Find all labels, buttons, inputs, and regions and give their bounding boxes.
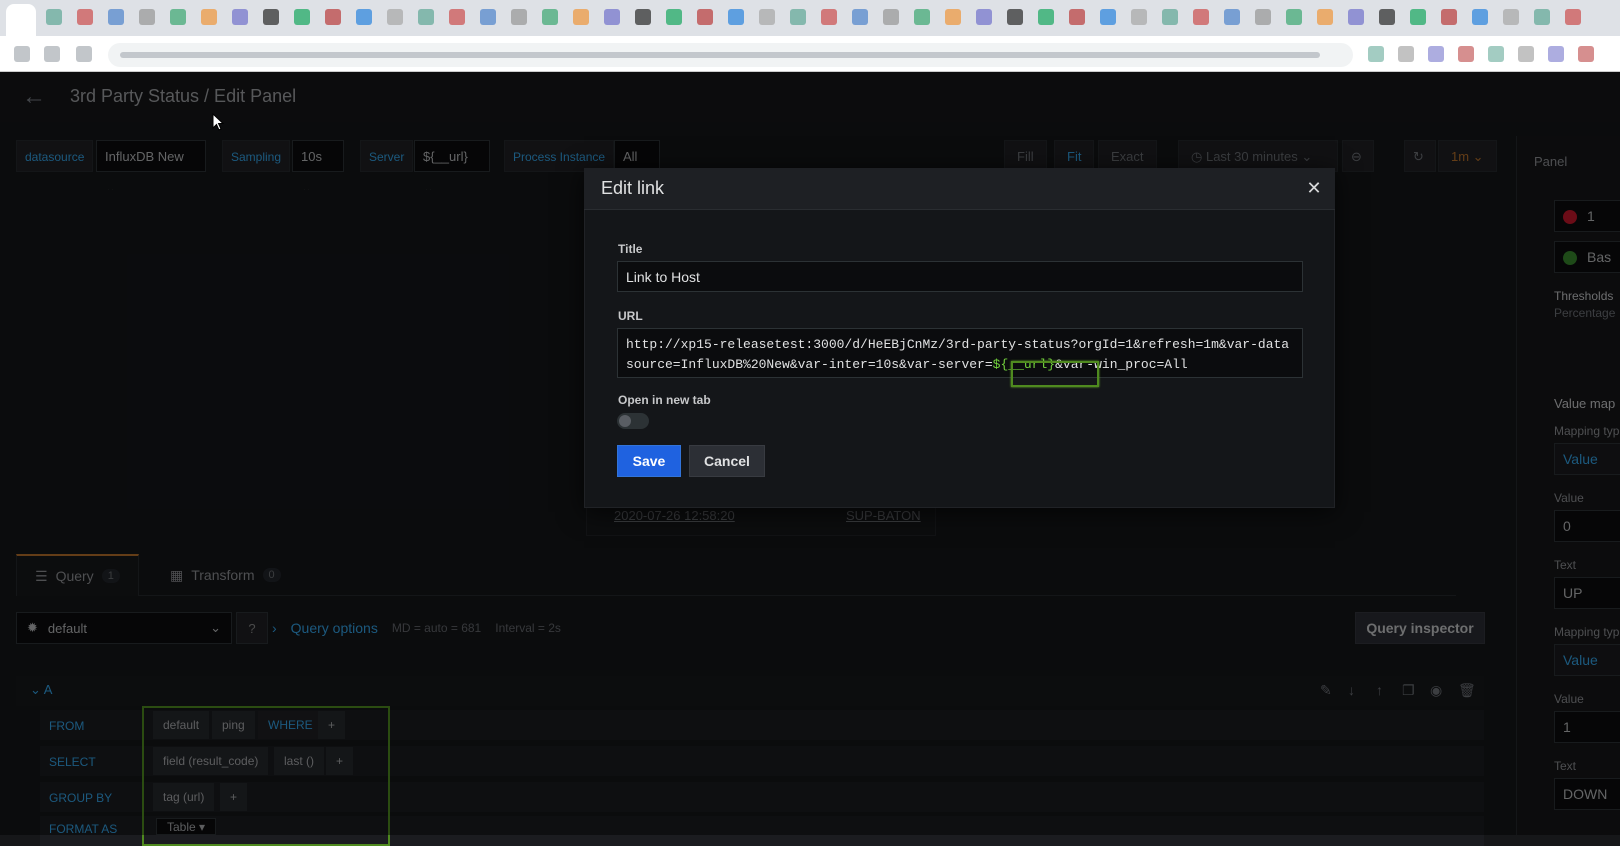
back-nav-icon[interactable] (14, 46, 30, 62)
browser-tab-favicon-icon[interactable] (697, 9, 713, 25)
browser-tab-favicon-icon[interactable] (325, 9, 341, 25)
browser-tab-favicon-icon[interactable] (356, 9, 372, 25)
title-label: Title (618, 242, 643, 256)
browser-tab-favicon-icon[interactable] (883, 9, 899, 25)
extension-icon[interactable] (1368, 46, 1384, 62)
browser-tab-favicon-icon[interactable] (1162, 9, 1178, 25)
browser-tab-favicon-icon[interactable] (1441, 9, 1457, 25)
browser-tab-favicon-icon[interactable] (1348, 9, 1364, 25)
browser-tab-favicon-icon[interactable] (1255, 9, 1271, 25)
browser-tab-favicon-icon[interactable] (418, 9, 434, 25)
browser-tab-favicon-icon[interactable] (1131, 9, 1147, 25)
modal-header (584, 168, 1335, 210)
address-bar[interactable] (108, 43, 1353, 67)
extension-icon[interactable] (1488, 46, 1504, 62)
browser-tab-favicon-icon[interactable] (139, 9, 155, 25)
browser-tab-favicon-icon[interactable] (387, 9, 403, 25)
browser-tab-favicon-icon[interactable] (821, 9, 837, 25)
url-variable-highlight (1011, 361, 1099, 387)
browser-tab-favicon-icon[interactable] (1286, 9, 1302, 25)
modal-title: Edit link (601, 178, 665, 198)
browser-tab-favicon-icon[interactable] (1007, 9, 1023, 25)
reload-icon[interactable] (76, 46, 92, 62)
browser-tab-favicon-icon[interactable] (108, 9, 124, 25)
browser-tab-favicon-icon[interactable] (914, 9, 930, 25)
browser-tab-favicon-icon[interactable] (573, 9, 589, 25)
browser-tab-favicon-icon[interactable] (1565, 9, 1581, 25)
forward-nav-icon[interactable] (44, 46, 60, 62)
browser-tab-favicon-icon[interactable] (1038, 9, 1054, 25)
browser-tab-favicon-icon[interactable] (294, 9, 310, 25)
browser-tab-favicon-icon[interactable] (263, 9, 279, 25)
browser-tab-favicon-icon[interactable] (1224, 9, 1240, 25)
browser-tab-favicon-icon[interactable] (945, 9, 961, 25)
browser-tab-favicon-icon[interactable] (1100, 9, 1116, 25)
browser-tab-favicon-icon[interactable] (1379, 9, 1395, 25)
browser-tab-favicon-icon[interactable] (666, 9, 682, 25)
browser-tab-favicon-icon[interactable] (1534, 9, 1550, 25)
extension-icon[interactable] (1548, 46, 1564, 62)
extension-icon[interactable] (1398, 46, 1414, 62)
browser-tab-favicon-icon[interactable] (77, 9, 93, 25)
extension-icon[interactable] (1578, 46, 1594, 62)
browser-tab-favicon-icon[interactable] (232, 9, 248, 25)
browser-tab-favicon-icon[interactable] (976, 9, 992, 25)
browser-tab-favicon-icon[interactable] (511, 9, 527, 25)
browser-active-tab[interactable] (6, 4, 36, 36)
extension-icon[interactable] (1458, 46, 1474, 62)
browser-tab-favicon-icon[interactable] (1317, 9, 1333, 25)
browser-toolbar (0, 36, 1620, 72)
browser-tab-favicon-icon[interactable] (542, 9, 558, 25)
browser-tab-favicon-icon[interactable] (449, 9, 465, 25)
extension-icon[interactable] (1518, 46, 1534, 62)
browser-tab-favicon-icon[interactable] (759, 9, 775, 25)
browser-tab-favicon-icon[interactable] (852, 9, 868, 25)
mouse-cursor-icon (212, 113, 224, 131)
url-input[interactable]: http://xp15-releasetest:3000/d/HeEBjCnMz… (617, 328, 1303, 378)
browser-tab-favicon-icon[interactable] (46, 9, 62, 25)
browser-tab-favicon-icon[interactable] (1503, 9, 1519, 25)
browser-tab-favicon-icon[interactable] (790, 9, 806, 25)
extension-icon[interactable] (1428, 46, 1444, 62)
title-input[interactable] (617, 261, 1303, 292)
browser-tab-favicon-icon[interactable] (480, 9, 496, 25)
browser-tab-favicon-icon[interactable] (1410, 9, 1426, 25)
url-label: URL (618, 309, 643, 323)
browser-tabstrip (0, 0, 1620, 36)
browser-tab-favicon-icon[interactable] (604, 9, 620, 25)
toggle-knob (619, 415, 631, 427)
browser-tab-favicon-icon[interactable] (1069, 9, 1085, 25)
save-button[interactable]: Save (617, 445, 681, 477)
browser-tab-favicon-icon[interactable] (1193, 9, 1209, 25)
browser-tab-favicon-icon[interactable] (201, 9, 217, 25)
browser-tab-favicon-icon[interactable] (635, 9, 651, 25)
url-text-part1: http://xp15-releasetest:3000/d/HeEBjCnMz… (626, 337, 1290, 372)
browser-tab-favicon-icon[interactable] (728, 9, 744, 25)
close-icon[interactable]: ✕ (1302, 176, 1326, 200)
browser-tab-favicon-icon[interactable] (1472, 9, 1488, 25)
browser-tab-favicon-icon[interactable] (170, 9, 186, 25)
new-tab-label: Open in new tab (618, 393, 711, 407)
cancel-button[interactable]: Cancel (689, 445, 765, 477)
